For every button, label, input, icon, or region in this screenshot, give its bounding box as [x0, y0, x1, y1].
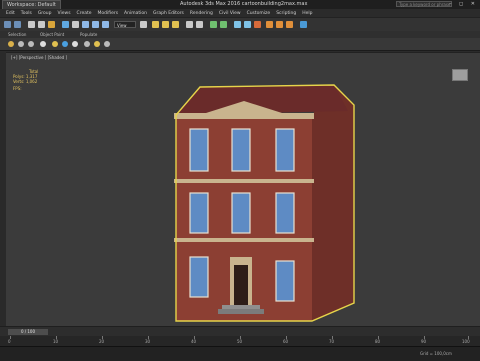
menu-item-views[interactable]: Views: [58, 11, 71, 16]
unlink-icon[interactable]: [38, 21, 45, 28]
window: [231, 192, 251, 234]
ruler-label: 40: [191, 339, 197, 344]
menu-item-customize[interactable]: Customize: [247, 11, 271, 16]
material-editor-icon[interactable]: [254, 21, 261, 28]
window: [275, 128, 295, 172]
select-by-name-icon[interactable]: [72, 21, 79, 28]
ruler-label: 70: [329, 339, 335, 344]
ruler-label: 80: [375, 339, 381, 344]
menu-item-tools[interactable]: Tools: [21, 11, 32, 16]
scene-explorer-icon[interactable]: [220, 21, 227, 28]
curve-editor-icon[interactable]: [234, 21, 241, 28]
select-move-icon[interactable]: [82, 21, 89, 28]
ribbon-tool-icon[interactable]: [72, 41, 78, 47]
window: [275, 260, 295, 302]
building-side-wall: [312, 85, 354, 321]
reference-coordinate-dropdown[interactable]: View: [114, 21, 136, 28]
cornice: [174, 113, 314, 119]
select-scale-icon[interactable]: [102, 21, 109, 28]
window: [189, 128, 209, 172]
ribbon-tabs: Selection Object Paint Populate: [0, 31, 480, 38]
link-icon[interactable]: [28, 21, 35, 28]
status-bar: Grid = 100,0cm: [0, 346, 480, 361]
snap-toggle-icon[interactable]: [152, 21, 159, 28]
render-frame-icon[interactable]: [276, 21, 283, 28]
floor-band: [174, 238, 314, 242]
window: [189, 256, 209, 298]
menu-item-help[interactable]: Help: [302, 11, 312, 16]
undo-icon[interactable]: [4, 21, 11, 28]
steps: [222, 305, 260, 309]
menu-bar: Edit Tools Group Views Create Modifiers …: [0, 9, 480, 17]
tab-object-paint[interactable]: Object Paint: [40, 32, 64, 37]
menu-item-edit[interactable]: Edit: [6, 11, 15, 16]
menu-item-scripting[interactable]: Scripting: [276, 11, 296, 16]
tab-selection[interactable]: Selection: [8, 32, 26, 37]
ribbon-tool-icon[interactable]: [18, 41, 24, 47]
menu-item-animation[interactable]: Animation: [124, 11, 147, 16]
ribbon-tool-icon[interactable]: [28, 41, 34, 47]
menu-item-graph-editors[interactable]: Graph Editors: [153, 11, 184, 16]
door: [234, 265, 248, 305]
ruler-label: 60: [283, 339, 289, 344]
ribbon-tool-icon[interactable]: [94, 41, 100, 47]
menu-item-rendering[interactable]: Rendering: [190, 11, 213, 16]
ribbon-tool-icon[interactable]: [84, 41, 90, 47]
ruler-label: 0: [8, 339, 11, 344]
grid-size-readout: Grid = 100,0cm: [420, 351, 452, 356]
ruler-label: 20: [99, 339, 105, 344]
ribbon-tool-icon[interactable]: [52, 41, 58, 47]
ruler-label: 100: [462, 339, 470, 344]
window: [189, 192, 209, 234]
ribbon-panel: [0, 38, 480, 51]
schematic-view-icon[interactable]: [244, 21, 251, 28]
bind-spacewarp-icon[interactable]: [48, 21, 55, 28]
a360-icon[interactable]: [300, 21, 307, 28]
select-object-icon[interactable]: [62, 21, 69, 28]
angle-snap-icon[interactable]: [162, 21, 169, 28]
perspective-viewport[interactable]: [+] [Perspective ] [Shaded ] Total Polys…: [6, 52, 480, 327]
ribbon-tool-icon[interactable]: [8, 41, 14, 47]
layer-manager-icon[interactable]: [210, 21, 217, 28]
render-production-icon[interactable]: [286, 21, 293, 28]
search-input[interactable]: Type a keyword or phrase: [396, 1, 452, 7]
menu-item-modifiers[interactable]: Modifiers: [98, 11, 119, 16]
mirror-icon[interactable]: [186, 21, 193, 28]
render-setup-icon[interactable]: [266, 21, 273, 28]
pivot-icon[interactable]: [140, 21, 147, 28]
floor-band: [174, 179, 314, 183]
align-icon[interactable]: [196, 21, 203, 28]
menu-item-group[interactable]: Group: [38, 11, 52, 16]
frame-indicator[interactable]: 0 / 100: [8, 329, 48, 335]
menu-item-civil-view[interactable]: Civil View: [219, 11, 241, 16]
percent-snap-icon[interactable]: [172, 21, 179, 28]
ribbon-tool-icon[interactable]: [40, 41, 46, 47]
select-rotate-icon[interactable]: [92, 21, 99, 28]
window: [275, 192, 295, 234]
window-controls[interactable]: – ◻ ✕: [449, 1, 478, 7]
ruler-label: 50: [237, 339, 243, 344]
track-bar[interactable]: 0 10 20 30 40 50 60 70 80 90 100: [0, 336, 480, 346]
ruler-label: 10: [53, 339, 59, 344]
ribbon-tool-icon[interactable]: [104, 41, 110, 47]
redo-icon[interactable]: [14, 21, 21, 28]
ribbon-tool-icon[interactable]: [62, 41, 68, 47]
steps: [218, 309, 264, 314]
ruler-label: 90: [421, 339, 427, 344]
building-model[interactable]: [6, 53, 480, 327]
ruler-label: 30: [145, 339, 151, 344]
title-bar: Workspace: Default Autodesk 3ds Max 2016…: [0, 0, 480, 10]
window-title: Autodesk 3ds Max 2016 cartoonbuilding2ma…: [180, 1, 308, 7]
window: [231, 128, 251, 172]
menu-item-create[interactable]: Create: [77, 11, 92, 16]
tab-populate[interactable]: Populate: [80, 32, 97, 37]
